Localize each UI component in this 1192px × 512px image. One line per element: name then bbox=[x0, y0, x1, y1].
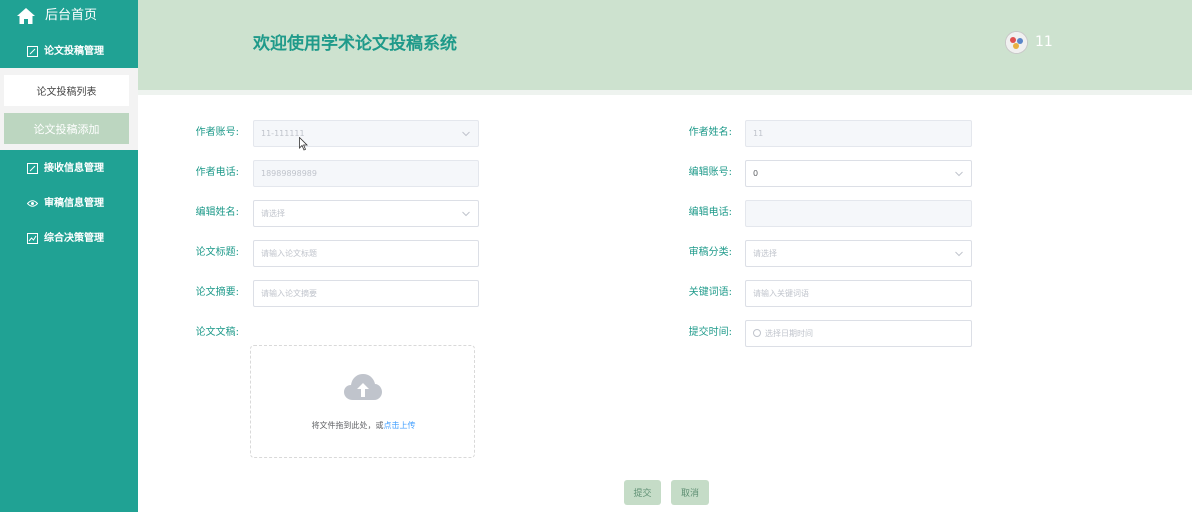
paper-abstract-label: 论文摘要: bbox=[195, 287, 239, 298]
editor-account-label: 编辑账号: bbox=[688, 167, 732, 178]
avatar-image-icon bbox=[1006, 32, 1027, 53]
submit-time-placeholder: 选择日期时间 bbox=[765, 329, 813, 338]
chevron-down-icon bbox=[955, 171, 963, 177]
review-category-label: 审稿分类: bbox=[688, 247, 732, 258]
submenu-item-paper-list[interactable]: 论文投稿列表 bbox=[4, 75, 129, 106]
author-name-label: 作者姓名: bbox=[688, 127, 732, 138]
header: 欢迎使用学术论文投稿系统 11 bbox=[138, 0, 1192, 90]
cloud-upload-icon bbox=[344, 374, 382, 400]
author-name-value: 11 bbox=[753, 129, 764, 138]
keywords-input[interactable]: 请输入关键词语 bbox=[745, 280, 972, 307]
paper-title-placeholder: 请输入论文标题 bbox=[261, 249, 317, 258]
editor-name-label: 编辑姓名: bbox=[195, 207, 239, 218]
upload-hint: 将文件拖到此处，或点击上传 bbox=[251, 420, 476, 431]
editor-account-value: 0 bbox=[753, 169, 759, 178]
review-category-select[interactable]: 请选择 bbox=[745, 240, 972, 267]
clock-icon bbox=[753, 328, 761, 337]
keywords-placeholder: 请输入关键词语 bbox=[753, 289, 809, 298]
sidebar-home-label: 后台首页 bbox=[45, 8, 98, 23]
submit-time-picker[interactable]: 选择日期时间 bbox=[745, 320, 972, 347]
sidebar-item-paper-submission[interactable]: 论文投稿管理 bbox=[0, 41, 138, 63]
sidebar-item-receive-info[interactable]: 接收信息管理 bbox=[0, 158, 138, 180]
paper-abstract-input[interactable]: 请输入论文摘要 bbox=[253, 280, 479, 307]
author-name-field[interactable]: 11 bbox=[745, 120, 972, 147]
page-title: 欢迎使用学术论文投稿系统 bbox=[253, 34, 457, 54]
header-divider bbox=[138, 90, 1192, 95]
paper-title-input[interactable]: 请输入论文标题 bbox=[253, 240, 479, 267]
upload-hint-text: 将文件拖到此处，或 bbox=[311, 421, 384, 430]
avatar[interactable] bbox=[1005, 31, 1028, 54]
cancel-button[interactable]: 取消 bbox=[671, 480, 709, 505]
editor-name-placeholder: 请选择 bbox=[261, 209, 285, 218]
review-category-placeholder: 请选择 bbox=[753, 249, 777, 258]
eye-icon bbox=[27, 200, 38, 207]
sidebar-item-label: 论文投稿管理 bbox=[44, 46, 104, 57]
author-account-select[interactable]: 11-111111 bbox=[253, 120, 479, 147]
upload-dropzone[interactable]: 将文件拖到此处，或点击上传 bbox=[250, 345, 475, 458]
author-account-label: 作者账号: bbox=[195, 127, 239, 138]
paper-title-label: 论文标题: bbox=[195, 247, 239, 258]
sidebar: 后台首页 论文投稿管理 论文投稿列表 论文投稿添加 接收信息管理 审稿信息管理 … bbox=[0, 0, 138, 512]
sidebar-item-label: 综合决策管理 bbox=[44, 233, 104, 244]
chevron-down-icon bbox=[955, 251, 963, 257]
submenu: 论文投稿列表 论文投稿添加 bbox=[0, 68, 138, 150]
submit-time-label: 提交时间: bbox=[688, 327, 732, 338]
username[interactable]: 11 bbox=[1035, 34, 1053, 50]
submit-button[interactable]: 提交 bbox=[624, 480, 661, 505]
mouse-cursor-icon bbox=[299, 137, 308, 151]
editor-phone-label: 编辑电话: bbox=[688, 207, 732, 218]
sidebar-item-review-info[interactable]: 审稿信息管理 bbox=[0, 193, 138, 215]
author-phone-field[interactable]: 18989898989 bbox=[253, 160, 479, 187]
submenu-item-paper-add[interactable]: 论文投稿添加 bbox=[4, 113, 129, 144]
editor-account-select[interactable]: 0 bbox=[745, 160, 972, 187]
edit-icon bbox=[27, 163, 38, 174]
editor-phone-field[interactable] bbox=[745, 200, 972, 227]
sidebar-item-label: 接收信息管理 bbox=[44, 163, 104, 174]
keywords-label: 关键词语: bbox=[688, 287, 732, 298]
sidebar-item-decision[interactable]: 综合决策管理 bbox=[0, 228, 138, 250]
sidebar-home[interactable]: 后台首页 bbox=[0, 0, 138, 34]
paper-abstract-placeholder: 请输入论文摘要 bbox=[261, 289, 317, 298]
home-icon bbox=[17, 8, 35, 24]
chart-icon bbox=[27, 233, 38, 244]
upload-link[interactable]: 点击上传 bbox=[384, 421, 416, 430]
author-phone-value: 18989898989 bbox=[261, 169, 317, 178]
chevron-down-icon bbox=[462, 211, 470, 217]
paper-file-label: 论文文稿: bbox=[195, 327, 239, 338]
edit-icon bbox=[27, 46, 38, 57]
editor-name-select[interactable]: 请选择 bbox=[253, 200, 479, 227]
chevron-down-icon bbox=[462, 131, 470, 137]
sidebar-item-label: 审稿信息管理 bbox=[44, 198, 104, 209]
author-phone-label: 作者电话: bbox=[195, 167, 239, 178]
